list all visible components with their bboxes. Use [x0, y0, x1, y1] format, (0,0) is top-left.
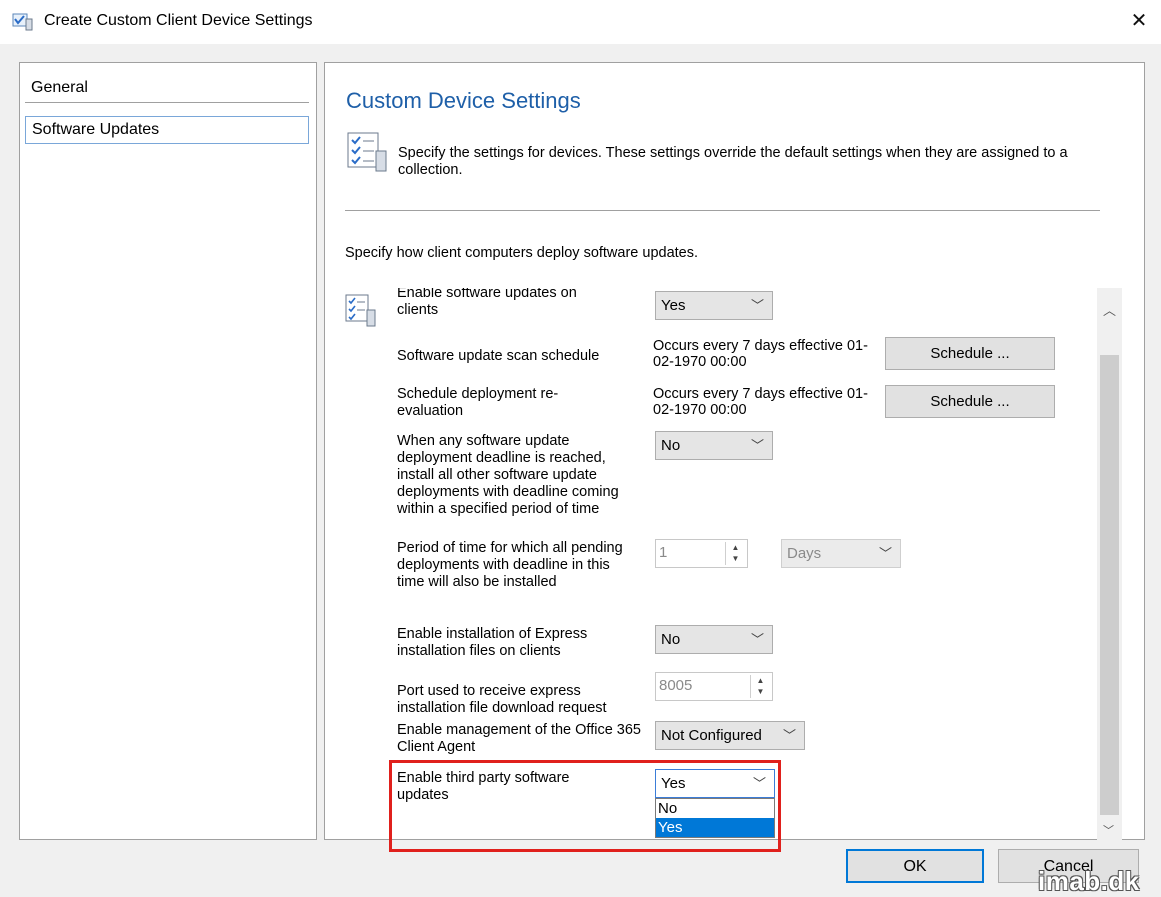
page-description: Specify the settings for devices. These … — [398, 145, 1068, 178]
dropdown-value: Yes — [661, 297, 686, 314]
input-value: 8005 — [659, 677, 693, 694]
watermark: imab.dk — [1038, 866, 1140, 896]
dropdown-value: Days — [787, 545, 822, 562]
scroll-up-icon[interactable]: ︿ — [1103, 300, 1116, 319]
setting-label-period-of-time: Period of time for which all pending dep… — [397, 540, 623, 590]
intro-text: Specify how client computers deploy soft… — [345, 245, 699, 261]
chevron-down-icon: ﹀ — [750, 632, 764, 647]
settings-panel: Custom Device Settings Specify the setti… — [324, 62, 1145, 841]
close-icon[interactable]: ✕ — [1122, 6, 1156, 38]
input-value: 1 — [659, 544, 668, 561]
dropdown-value: No — [661, 437, 681, 454]
checklist-icon — [345, 294, 377, 332]
window-title: Create Custom Client Device Settings — [44, 12, 313, 29]
divider — [345, 210, 1100, 211]
nav-item-general[interactable]: General — [25, 75, 309, 103]
setting-label-enable-software-updates: Enable software updates on clients — [397, 288, 577, 318]
setting-label-reevaluation: Schedule deployment re-evaluation — [397, 386, 559, 419]
reevaluation-value: Occurs every 7 days effective 01-02-1970… — [653, 386, 868, 418]
setting-label-deadline-install: When any software update deployment dead… — [397, 433, 619, 517]
reevaluation-schedule-button[interactable]: Schedule ... — [885, 385, 1055, 418]
spinner-icon[interactable]: ▲ ▼ — [725, 542, 745, 565]
setting-label-office365: Enable management of the Office 365 Clie… — [397, 722, 641, 755]
express-port-input[interactable]: 8005 ▲ ▼ — [655, 672, 773, 701]
period-unit-dropdown[interactable]: Days ﹀ — [781, 539, 901, 568]
setting-label-express-port: Port used to receive express installatio… — [397, 683, 607, 716]
chevron-down-icon: ﹀ — [878, 546, 892, 561]
setting-label-scan-schedule: Software update scan schedule — [397, 348, 600, 364]
settings-list: Enable software updates on clients Yes ﹀… — [325, 288, 1095, 838]
express-files-dropdown[interactable]: No ﹀ — [655, 625, 773, 654]
scrollbar-thumb[interactable] — [1100, 355, 1119, 815]
enable-software-updates-dropdown[interactable]: Yes ﹀ — [655, 291, 773, 320]
scan-schedule-button[interactable]: Schedule ... — [885, 337, 1055, 370]
nav-item-software-updates[interactable]: Software Updates — [25, 116, 309, 144]
checklist-icon — [346, 131, 390, 179]
highlight-box — [389, 760, 781, 852]
period-of-time-input[interactable]: 1 ▲ ▼ — [655, 539, 748, 568]
page-title: Custom Device Settings — [346, 88, 581, 113]
spinner-icon[interactable]: ▲ ▼ — [750, 675, 770, 698]
chevron-down-icon: ﹀ — [782, 728, 796, 743]
title-bar: Create Custom Client Device Settings ✕ — [0, 0, 1161, 44]
navigation-pane: General Software Updates — [19, 62, 317, 840]
scan-schedule-value: Occurs every 7 days effective 01-02-1970… — [653, 338, 868, 370]
office365-agent-dropdown[interactable]: Not Configured ﹀ — [655, 721, 805, 750]
deadline-install-dropdown[interactable]: No ﹀ — [655, 431, 773, 460]
setting-label-express-files: Enable installation of Express installat… — [397, 626, 588, 659]
chevron-down-icon: ﹀ — [750, 298, 764, 313]
settings-app-icon — [12, 13, 34, 31]
scroll-down-icon[interactable]: ﹀ — [1103, 822, 1114, 838]
dropdown-value: No — [661, 631, 681, 648]
dropdown-value: Not Configured — [661, 727, 762, 744]
vertical-scrollbar[interactable]: ︿ ﹀ — [1097, 288, 1122, 841]
chevron-down-icon: ﹀ — [750, 438, 764, 453]
ok-button[interactable]: OK — [846, 849, 984, 883]
